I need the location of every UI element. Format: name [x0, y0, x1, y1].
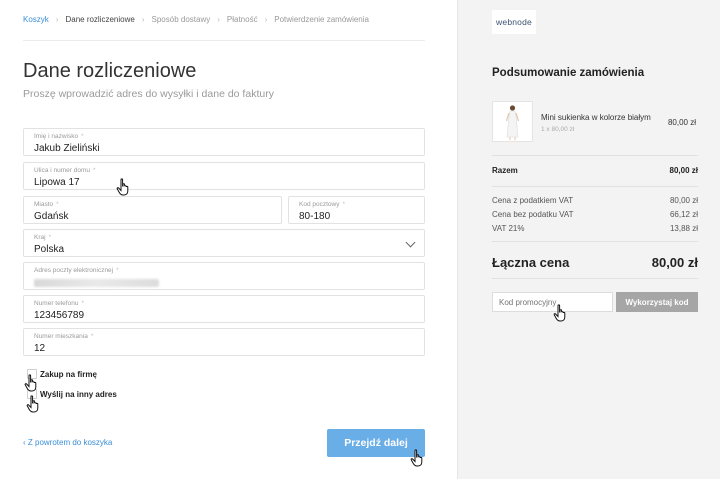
company-purchase-label: Zakup na firmę	[40, 369, 97, 379]
name-label: Imię i nazwisko	[34, 133, 79, 140]
divider	[492, 155, 698, 156]
required-mark: *	[90, 333, 94, 340]
postal-code-field[interactable]: Kod pocztowy * 80-180	[288, 196, 425, 224]
required-mark: *	[81, 133, 84, 140]
divider	[492, 278, 698, 279]
divider	[492, 186, 698, 187]
tax-row-label: Cena bez podatku VAT	[492, 210, 574, 219]
city-value: Gdańsk	[34, 211, 69, 222]
tax-row: VAT 21% 13,88 zł	[492, 224, 698, 233]
apply-promo-button[interactable]: Wykorzystaj kod	[616, 292, 698, 312]
street-value: Lipowa 17	[34, 177, 80, 188]
subtotal-value: 80,00 zł	[669, 166, 698, 175]
email-field[interactable]: Adres poczty elektronicznej *	[23, 262, 425, 290]
total-value: 80,00 zł	[651, 255, 698, 270]
phone-field[interactable]: Numer telefonu * 123456789	[23, 295, 425, 323]
page-subtitle: Proszę wprowadzić adres do wysyłki i dan…	[23, 88, 274, 100]
required-mark: *	[342, 201, 345, 208]
phone-label: Numer telefonu	[34, 300, 79, 307]
tax-row: Cena z podatkiem VAT 80,00 zł	[492, 196, 698, 205]
tax-row-value: 66,12 zł	[669, 210, 698, 219]
apartment-value: 12	[34, 343, 46, 354]
street-field[interactable]: Ulica i numer domu * Lipowa 17	[23, 162, 425, 190]
postal-code-value: 80-180	[299, 211, 331, 222]
breadcrumb: Koszyk › Dane rozliczeniowe › Sposób dos…	[23, 15, 369, 24]
hand-cursor-icon	[410, 449, 423, 467]
email-value-redacted	[34, 279, 159, 287]
back-to-cart-link[interactable]: ‹ Z powrotem do koszyka	[23, 438, 112, 447]
breadcrumb-payment: Płatność	[226, 15, 258, 24]
subtotal-label: Razem	[492, 166, 518, 175]
phone-value: 123456789	[34, 310, 85, 321]
total-label: Łączna cena	[492, 255, 570, 270]
breadcrumb-divider	[23, 40, 425, 41]
city-field[interactable]: Miasto * Gdańsk	[23, 196, 282, 224]
country-select[interactable]: Kraj * Polska	[23, 229, 425, 257]
tax-row: Cena bez podatku VAT 66,12 zł	[492, 210, 698, 219]
order-summary-panel: webnode Podsumowanie zamówienia Mini suk…	[457, 0, 720, 479]
breadcrumb-billing: Dane rozliczeniowe	[65, 15, 135, 24]
product-price: 80,00 zł	[667, 118, 696, 127]
breadcrumb-delivery: Sposób dostawy	[151, 15, 211, 24]
country-label: Kraj	[34, 234, 46, 241]
tax-row-value: 13,88 zł	[669, 224, 698, 233]
hand-cursor-icon	[24, 374, 37, 392]
name-value: Jakub Zieliński	[34, 143, 100, 154]
ship-other-address-label: Wyślij na inny adres	[40, 389, 117, 399]
breadcrumb-separator: ›	[55, 15, 59, 24]
apartment-label: Numer mieszkania	[34, 333, 88, 340]
breadcrumb-separator: ›	[217, 15, 220, 24]
hand-cursor-icon	[26, 395, 39, 413]
tax-row-label: VAT 21%	[492, 224, 525, 233]
tax-row-label: Cena z podatkiem VAT	[492, 196, 574, 205]
divider	[492, 241, 698, 242]
name-field[interactable]: Imię i nazwisko * Jakub Zieliński	[23, 128, 425, 156]
tax-row-value: 80,00 zł	[669, 196, 698, 205]
required-mark: *	[56, 201, 59, 208]
total-row: Łączna cena 80,00 zł	[492, 255, 698, 270]
chevron-down-icon	[405, 237, 416, 248]
street-label: Ulica i numer domu	[34, 167, 90, 174]
city-label: Miasto	[34, 201, 54, 208]
product-quantity: 1 x 80,00 zł	[541, 126, 575, 133]
required-mark: *	[93, 167, 96, 174]
product-name: Mini sukienka w kolorze białym	[541, 113, 651, 122]
dress-image-icon	[505, 105, 520, 140]
postal-code-label: Kod pocztowy	[299, 201, 340, 208]
country-value: Polska	[34, 244, 65, 255]
breadcrumb-separator: ›	[141, 15, 145, 24]
webnode-logo: webnode	[492, 10, 536, 34]
subtotal-row: Razem 80,00 zł	[492, 166, 698, 175]
summary-title: Podsumowanie zamówienia	[492, 67, 645, 79]
required-mark: *	[48, 234, 52, 241]
breadcrumb-separator: ›	[264, 15, 268, 24]
hand-cursor-icon	[553, 304, 566, 322]
product-thumbnail	[492, 101, 533, 142]
checkout-form-panel: Koszyk › Dane rozliczeniowe › Sposób dos…	[0, 0, 457, 479]
required-mark: *	[116, 267, 119, 274]
breadcrumb-confirmation: Potwierdzenie zamówienia	[274, 15, 369, 24]
page-title: Dane rozliczeniowe	[23, 60, 197, 82]
required-mark: *	[81, 300, 84, 307]
hand-cursor-icon	[116, 178, 129, 196]
email-label: Adres poczty elektronicznej	[34, 267, 114, 274]
apartment-field[interactable]: Numer mieszkania * 12	[23, 328, 425, 356]
breadcrumb-cart[interactable]: Koszyk	[23, 15, 49, 24]
